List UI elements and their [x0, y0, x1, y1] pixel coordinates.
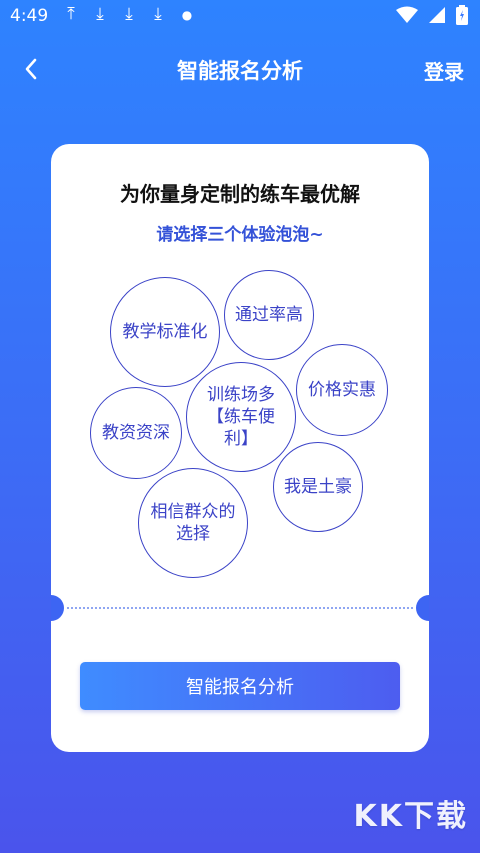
watermark-logo: KK下载: [353, 799, 468, 834]
upload-icon: ⤒: [67, 4, 75, 24]
bubble-high-pass-rate[interactable]: 通过率高: [224, 270, 314, 360]
bubble-affordable[interactable]: 价格实惠: [296, 344, 388, 436]
signal-icon: [429, 7, 445, 23]
top-nav: 智能报名分析 登录: [0, 50, 480, 90]
bubble-teaching-standard[interactable]: 教学标准化: [110, 277, 220, 387]
bubble-wealthy[interactable]: 我是土豪: [273, 442, 363, 532]
divider: [67, 607, 413, 609]
system-icons: [396, 5, 468, 25]
download-icon: ⤓: [96, 4, 104, 24]
status-time: 4:49: [10, 6, 49, 26]
notification-icons: ⤒ ⤓ ⤓ ⤓ ●: [62, 4, 196, 26]
analysis-card: 为你量身定制的练车最优解 请选择三个体验泡泡~ 教学标准化 通过率高 价格实惠 …: [51, 144, 429, 752]
bubble-trust-the-public[interactable]: 相信群众的选择: [138, 468, 248, 578]
battery-icon: [456, 5, 468, 25]
card-title: 为你量身定制的练车最优解: [120, 182, 360, 206]
download-icon: ⤓: [154, 4, 162, 24]
dot-icon: ●: [181, 8, 193, 22]
download-icon: ⤓: [125, 4, 133, 24]
ticket-notch-left: [51, 595, 64, 621]
page-title: 智能报名分析: [177, 59, 303, 83]
ticket-notch-right: [416, 595, 429, 621]
login-button[interactable]: 登录: [424, 56, 464, 85]
card-subtitle: 请选择三个体验泡泡~: [156, 225, 324, 245]
smart-analysis-button[interactable]: 智能报名分析: [80, 662, 400, 710]
bubble-many-training-fields[interactable]: 训练场多【练车便利】: [186, 362, 296, 472]
status-bar: 4:49 ⤒ ⤓ ⤓ ⤓ ●: [0, 0, 480, 34]
wifi-icon: [396, 6, 418, 23]
bubble-senior-teachers[interactable]: 教资资深: [90, 387, 182, 479]
